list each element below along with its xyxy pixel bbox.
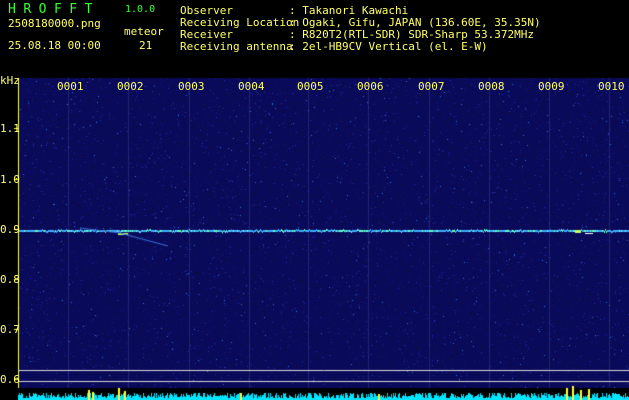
info-value-antenna: : 2el-HB9CV Vertical (el. E-W)	[289, 40, 488, 53]
x-tick: 0002	[117, 80, 144, 93]
x-tick: 0001	[57, 80, 84, 93]
y-tick: 1.1	[0, 122, 20, 135]
info-label-antenna: Receiving antenna	[180, 40, 293, 53]
y-tick: 0.8	[0, 273, 20, 286]
spectrogram-canvas	[0, 0, 629, 400]
app-title: HROFFT	[8, 2, 100, 17]
y-axis-unit: kHz	[0, 74, 20, 87]
x-tick: 0007	[418, 80, 445, 93]
x-tick: 0006	[357, 80, 384, 93]
file-name: 2508180000.png	[8, 17, 101, 30]
x-tick: 0008	[478, 80, 505, 93]
app-version: 1.0.0	[125, 4, 156, 15]
x-tick: 0010	[598, 80, 625, 93]
y-tick: 1.0	[0, 173, 20, 186]
meteor-label: meteor	[124, 25, 164, 38]
y-tick: 0.7	[0, 323, 20, 336]
y-tick: 0.6	[0, 373, 20, 386]
x-tick: 0003	[178, 80, 205, 93]
x-tick: 0009	[538, 80, 565, 93]
x-tick: 0005	[297, 80, 324, 93]
file-datetime: 25.08.18 00:00	[8, 39, 101, 52]
x-tick: 0004	[238, 80, 265, 93]
y-tick: 0.9	[0, 223, 20, 236]
meteor-count: 21	[139, 39, 153, 52]
